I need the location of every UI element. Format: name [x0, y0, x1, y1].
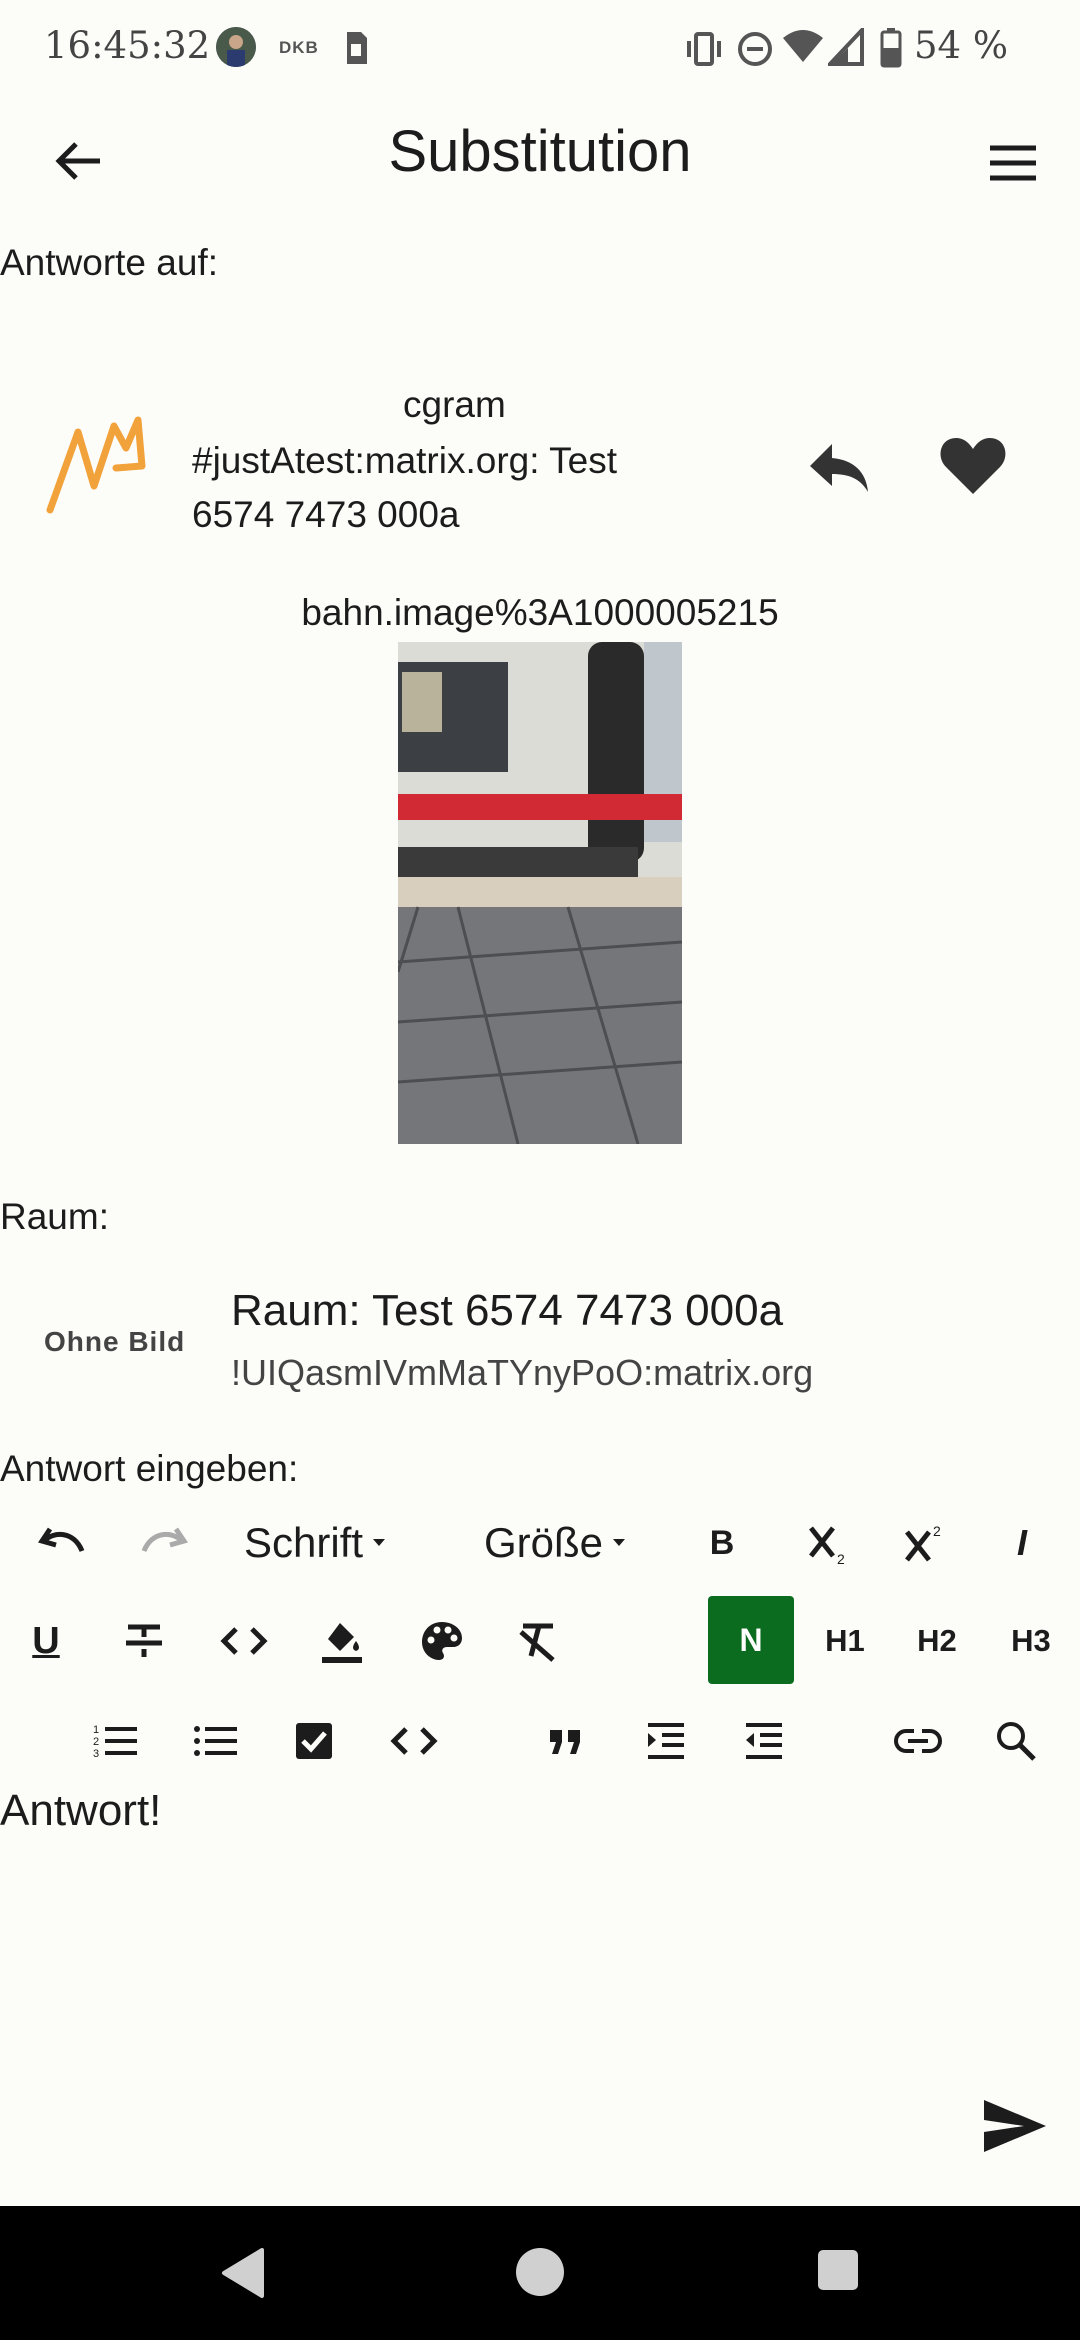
status-avatar-icon	[216, 27, 256, 67]
text-color-button[interactable]	[310, 1606, 374, 1676]
heading-1-label: H1	[825, 1623, 865, 1658]
wifi-icon	[782, 28, 824, 64]
page-title: Substitution	[388, 119, 692, 184]
svg-text:2: 2	[93, 1736, 99, 1748]
matrix-m-logo-icon	[42, 406, 154, 518]
cell-signal-icon	[828, 28, 866, 66]
svg-text:1: 1	[93, 1724, 99, 1736]
code-block-button[interactable]	[382, 1706, 446, 1776]
underline-button[interactable]: U	[14, 1606, 78, 1676]
bullet-list-icon	[194, 1726, 237, 1756]
search-icon	[997, 1722, 1036, 1761]
nav-back-icon	[222, 2248, 264, 2298]
nav-recents-icon	[818, 2250, 858, 2290]
subscript-button[interactable]: 2	[796, 1508, 860, 1578]
numbered-list-icon: 123	[93, 1724, 137, 1760]
battery-icon	[880, 28, 902, 68]
inline-code-button[interactable]	[212, 1606, 276, 1676]
palette-icon	[422, 1622, 462, 1660]
outdent-icon	[746, 1723, 782, 1759]
reply-input-label: Antwort eingeben:	[0, 1448, 299, 1489]
bullet-list-button[interactable]	[184, 1706, 248, 1776]
svg-text:3: 3	[93, 1748, 99, 1760]
attachment-filename: bahn.image%3A1000005215	[301, 592, 779, 633]
dropdown-arrow-icon	[373, 1539, 386, 1546]
italic-button[interactable]: I	[990, 1508, 1054, 1578]
heading-2-label: H2	[917, 1623, 957, 1658]
link-icon	[894, 1729, 942, 1753]
format-clear-icon	[519, 1623, 555, 1662]
font-dropdown[interactable]: Schrift	[244, 1508, 395, 1578]
reply-icon	[810, 444, 868, 492]
bold-label: B	[709, 1523, 735, 1562]
subscript-icon: 2	[809, 1526, 845, 1567]
style-normal-label: N	[739, 1621, 763, 1658]
indent-icon	[648, 1723, 684, 1759]
status-dkb-badge: DKB	[279, 38, 319, 57]
room-no-image-placeholder: Ohne Bild	[44, 1326, 186, 1357]
search-button[interactable]	[984, 1706, 1048, 1776]
outdent-button[interactable]	[732, 1706, 796, 1776]
reply-to-label: Antworte auf:	[0, 242, 219, 283]
sim-card-icon	[343, 28, 369, 68]
strikethrough-button[interactable]	[112, 1606, 176, 1676]
heart-icon	[940, 438, 1006, 494]
superscript-button[interactable]: 2	[892, 1508, 956, 1578]
status-time: 16:45:32	[44, 24, 211, 67]
undo-icon	[38, 1527, 85, 1553]
send-button[interactable]	[980, 2096, 1050, 2156]
reply-text-editor[interactable]: Antwort!	[0, 1786, 161, 1836]
code-icon	[390, 1727, 438, 1755]
size-dropdown[interactable]: Größe	[484, 1508, 635, 1578]
superscript-icon: 2	[905, 1523, 941, 1562]
send-icon	[984, 2100, 1046, 2152]
bold-button[interactable]: B	[690, 1508, 754, 1578]
undo-button[interactable]	[28, 1510, 98, 1576]
code-icon	[220, 1627, 268, 1655]
underline-label: U	[32, 1619, 60, 1662]
room-id: !UIQasmIVmMaTYnyPoO:matrix.org	[231, 1352, 814, 1393]
palette-button[interactable]	[410, 1606, 474, 1676]
checklist-button[interactable]	[282, 1706, 346, 1776]
room-label: Raum:	[0, 1196, 109, 1237]
italic-label: I	[1016, 1522, 1027, 1563]
message-body: #justAtest:matrix.org: Test 6574 7473 00…	[192, 440, 617, 535]
reply-button[interactable]	[804, 430, 874, 500]
indent-button[interactable]	[634, 1706, 698, 1776]
hamburger-menu-icon	[990, 145, 1036, 181]
nav-recents-button[interactable]	[816, 2248, 860, 2292]
strikethrough-icon	[126, 1624, 162, 1657]
svg-text:2: 2	[933, 1523, 941, 1539]
svg-text:2: 2	[837, 1551, 845, 1567]
nav-home-icon	[516, 2248, 564, 2296]
heading-3-label: H3	[1011, 1623, 1051, 1658]
quote-icon	[550, 1730, 580, 1754]
nav-home-button[interactable]	[512, 2244, 568, 2300]
heading-2-button[interactable]: H2	[902, 1606, 972, 1676]
numbered-list-button[interactable]: 123	[84, 1706, 148, 1776]
clear-format-button[interactable]	[506, 1606, 570, 1676]
do-not-disturb-icon	[736, 30, 774, 68]
heading-3-button[interactable]: H3	[996, 1606, 1066, 1676]
link-button[interactable]	[886, 1706, 950, 1776]
redo-icon	[141, 1527, 188, 1553]
size-dropdown-label: Größe	[484, 1519, 604, 1566]
room-name: Raum: Test 6574 7473 000a	[231, 1286, 784, 1335]
heading-1-button[interactable]: H1	[810, 1606, 880, 1676]
nav-back-button[interactable]	[218, 2246, 268, 2300]
dropdown-arrow-icon	[613, 1539, 626, 1546]
style-normal-button[interactable]: N	[708, 1596, 794, 1684]
attachment-image[interactable]	[398, 642, 682, 1144]
redo-button[interactable]	[128, 1510, 198, 1576]
font-dropdown-label: Schrift	[244, 1519, 364, 1566]
fill-color-icon	[322, 1623, 362, 1663]
status-battery-text: 54 %	[914, 24, 1008, 67]
checkbox-icon	[296, 1723, 332, 1759]
menu-button[interactable]	[978, 128, 1048, 198]
like-button[interactable]	[936, 428, 1010, 502]
message-sender: cgram	[403, 384, 506, 425]
vibrate-icon	[684, 30, 724, 68]
quote-button[interactable]	[534, 1706, 598, 1776]
